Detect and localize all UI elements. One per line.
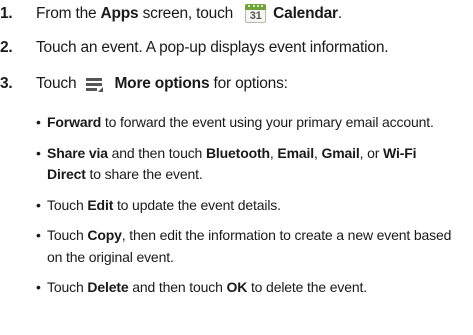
more-options-icon [86, 77, 104, 92]
option-item: Share via and then touch Bluetooth, Emai… [36, 143, 456, 186]
step-number: 1. [0, 5, 13, 22]
option-keyword: Forward [47, 114, 102, 130]
calendar-icon-date: 31 [245, 10, 267, 23]
step-2: 2. Touch an event. A pop-up displays eve… [0, 39, 389, 57]
options-list: Forward to forward the event using your … [36, 112, 456, 308]
option-keyword: Copy [87, 227, 122, 243]
option-item: Touch Copy, then edit the information to… [36, 225, 456, 268]
option-text: , or [359, 144, 384, 161]
step-number: 2. [0, 39, 13, 56]
step-1: 1. From the Apps screen, touch 31 Calend… [0, 4, 342, 24]
calendar-icon: 31 [245, 4, 267, 24]
option-item: Forward to forward the event using your … [36, 112, 456, 134]
option-keyword: Edit [87, 196, 114, 213]
option-text: to share the event. [85, 166, 203, 182]
option-text: to forward the event using your primary … [101, 114, 434, 130]
step-number: 3. [0, 75, 13, 92]
option-text: Touch [47, 279, 88, 295]
apps-label: Apps [100, 5, 139, 22]
step-3: 3. Touch More options for options: [0, 75, 288, 93]
option-keyword: OK [226, 279, 248, 295]
step-text: Touch an event. A pop-up displays event … [36, 39, 389, 56]
instructions-page: 1. From the Apps screen, touch 31 Calend… [0, 0, 473, 335]
option-keyword: Bluetooth [205, 144, 270, 161]
option-text: and then touch [107, 144, 206, 161]
option-text: and then touch [128, 279, 227, 295]
more-options-label: More options [114, 75, 210, 92]
option-keyword: Share via [47, 144, 108, 161]
option-text: Touch [47, 196, 88, 213]
option-keyword: Email [277, 144, 314, 161]
step-text: . [337, 5, 342, 22]
option-text: to delete the event. [247, 279, 368, 295]
step-text: Touch [36, 75, 81, 92]
step-text: From the [36, 5, 101, 22]
option-keyword: Delete [87, 279, 129, 295]
step-text: screen, touch [138, 5, 238, 22]
option-keyword: Gmail [321, 144, 360, 161]
option-item: Touch Delete and then touch OK to delete… [36, 277, 456, 299]
calendar-label: Calendar [273, 5, 338, 22]
step-text: for options: [209, 75, 288, 92]
option-text: Touch [47, 227, 88, 243]
option-text: to update the event details. [113, 196, 281, 213]
option-item: Touch Edit to update the event details. [36, 195, 456, 217]
